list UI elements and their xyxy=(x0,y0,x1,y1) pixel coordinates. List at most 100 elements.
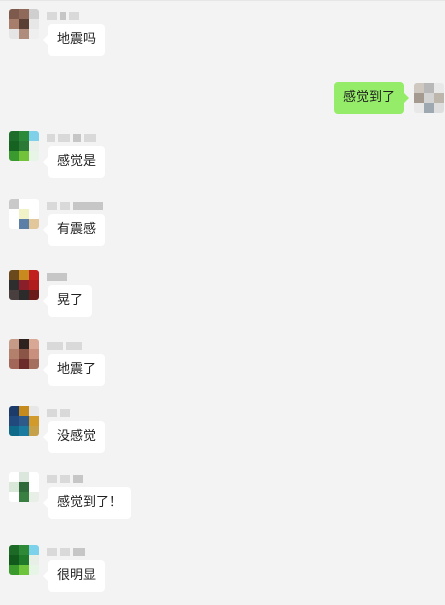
avatar-tile xyxy=(9,426,19,436)
avatar-tile xyxy=(29,29,39,39)
avatar-tile xyxy=(19,482,29,492)
avatar-tile xyxy=(9,29,19,39)
message-bubble[interactable]: 有震感 xyxy=(42,214,106,246)
avatar-tile xyxy=(19,406,29,416)
avatar-tile xyxy=(29,545,39,555)
avatar-tile xyxy=(9,555,19,565)
avatar-tile xyxy=(9,406,19,416)
avatar[interactable] xyxy=(9,472,39,502)
message-row: 地震吗 xyxy=(0,9,445,69)
avatar-tile xyxy=(29,290,39,300)
avatar-tile xyxy=(9,359,19,369)
avatar[interactable] xyxy=(9,199,39,229)
message-bubble[interactable]: 感觉到了 xyxy=(333,82,410,114)
sender-name-blurred xyxy=(47,11,79,20)
message-row: 感觉到了！ xyxy=(0,472,445,532)
avatar-tile xyxy=(19,426,29,436)
avatar-tile xyxy=(9,339,19,349)
avatar-tile xyxy=(29,472,39,482)
avatar-tile xyxy=(9,280,19,290)
avatar-tile xyxy=(29,209,39,219)
avatar-tile xyxy=(9,492,19,502)
sender-name-blurred xyxy=(47,408,70,417)
avatar[interactable] xyxy=(9,270,39,300)
avatar-tile xyxy=(414,83,424,93)
avatar-tile xyxy=(29,359,39,369)
avatar-tile xyxy=(29,219,39,229)
message-row: 没感觉 xyxy=(0,406,445,466)
chat-window[interactable]: 地震吗 感觉到了 感觉是 有震感 晃了 地震了 没感觉 感觉到了！ 很明显 xyxy=(0,0,445,600)
avatar-tile xyxy=(414,103,424,113)
avatar-tile xyxy=(9,290,19,300)
avatar[interactable] xyxy=(414,83,444,113)
sender-name-blurred xyxy=(47,201,103,210)
top-divider xyxy=(0,0,445,1)
avatar-tile xyxy=(29,492,39,502)
message-bubble[interactable]: 地震吗 xyxy=(42,24,106,56)
avatar-tile xyxy=(19,219,29,229)
avatar-tile xyxy=(29,555,39,565)
avatar-tile xyxy=(29,426,39,436)
avatar-tile xyxy=(9,9,19,19)
message-bubble[interactable]: 很明显 xyxy=(42,560,106,592)
avatar-tile xyxy=(29,270,39,280)
avatar-tile xyxy=(19,339,29,349)
avatar-tile xyxy=(9,131,19,141)
message-bubble[interactable]: 没感觉 xyxy=(42,421,106,453)
avatar-tile xyxy=(9,565,19,575)
avatar[interactable] xyxy=(9,545,39,575)
avatar-tile xyxy=(29,9,39,19)
avatar[interactable] xyxy=(9,406,39,436)
message-bubble[interactable]: 地震了 xyxy=(42,354,106,386)
message-bubble[interactable]: 晃了 xyxy=(42,285,93,317)
avatar[interactable] xyxy=(9,131,39,161)
sender-name-blurred xyxy=(47,133,96,142)
sender-name-blurred xyxy=(47,474,83,483)
avatar-tile xyxy=(424,83,434,93)
sender-name-blurred xyxy=(47,547,85,556)
message-bubble[interactable]: 感觉到了！ xyxy=(42,487,132,519)
avatar-tile xyxy=(29,131,39,141)
message-bubble[interactable]: 感觉是 xyxy=(42,146,106,178)
avatar-tile xyxy=(29,19,39,29)
avatar-tile xyxy=(19,492,29,502)
avatar-tile xyxy=(9,472,19,482)
avatar-tile xyxy=(9,482,19,492)
message-row: 有震感 xyxy=(0,199,445,259)
message-row: 感觉是 xyxy=(0,131,445,191)
avatar-tile xyxy=(19,151,29,161)
avatar-tile xyxy=(19,472,29,482)
avatar-tile xyxy=(19,280,29,290)
avatar-tile xyxy=(9,270,19,280)
avatar-tile xyxy=(434,93,444,103)
avatar-tile xyxy=(29,416,39,426)
avatar-tile xyxy=(424,103,434,113)
avatar-tile xyxy=(19,19,29,29)
avatar-tile xyxy=(9,141,19,151)
avatar-tile xyxy=(9,151,19,161)
avatar-tile xyxy=(9,209,19,219)
avatar-tile xyxy=(434,83,444,93)
avatar-tile xyxy=(19,270,29,280)
avatar-tile xyxy=(9,219,19,229)
avatar-tile xyxy=(424,93,434,103)
avatar-tile xyxy=(29,280,39,290)
avatar-tile xyxy=(29,199,39,209)
avatar[interactable] xyxy=(9,339,39,369)
avatar-tile xyxy=(19,565,29,575)
avatar-tile xyxy=(19,545,29,555)
avatar-tile xyxy=(29,151,39,161)
avatar-tile xyxy=(19,349,29,359)
avatar-tile xyxy=(19,29,29,39)
avatar-tile xyxy=(19,199,29,209)
avatar-tile xyxy=(9,416,19,426)
avatar-tile xyxy=(414,93,424,103)
avatar-tile xyxy=(19,359,29,369)
avatar-tile xyxy=(19,290,29,300)
avatar-tile xyxy=(434,103,444,113)
avatar[interactable] xyxy=(9,9,39,39)
avatar-tile xyxy=(29,141,39,151)
avatar-tile xyxy=(29,482,39,492)
avatar-tile xyxy=(19,209,29,219)
avatar-tile xyxy=(9,19,19,29)
